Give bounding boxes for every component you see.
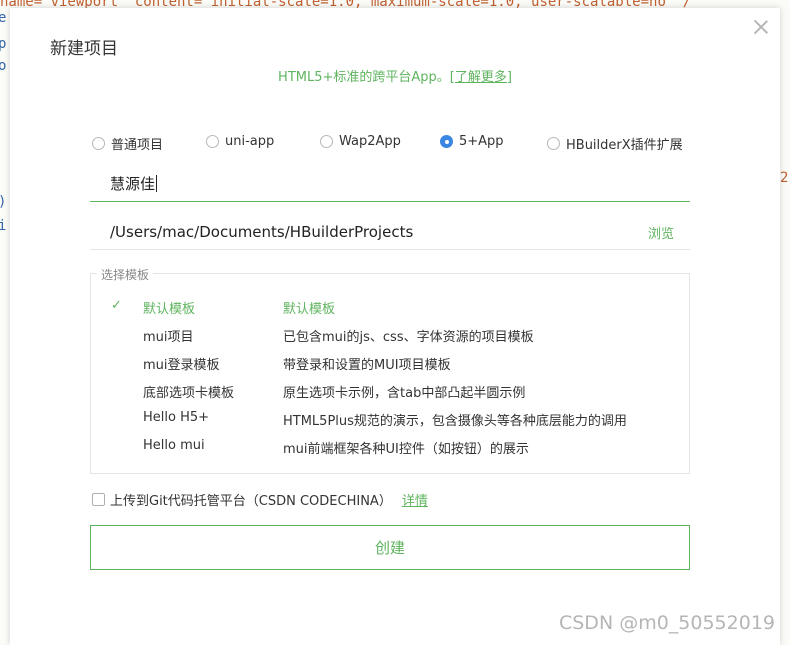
close-icon[interactable] <box>752 18 770 36</box>
project-path-value: /Users/mac/Documents/HBuilderProjects <box>110 222 414 241</box>
template-desc: 原生选项卡示例，含tab中部凸起半圆示例 <box>283 386 526 401</box>
browse-button[interactable]: 浏览 <box>648 223 674 242</box>
template-group: 选择模板 ✓ 默认模板 默认模板 mui项目 已包含mui的js、css、字体资… <box>90 266 690 474</box>
template-row[interactable]: ✓ 默认模板 默认模板 <box>91 296 689 318</box>
subtitle-text: HTML5+标准的跨平台App。 <box>278 70 450 85</box>
upload-option: 上传到Git代码托管平台（CSDN CODECHINA） 详情 <box>92 490 428 509</box>
project-type-wap2app[interactable]: Wap2App <box>320 134 401 149</box>
project-type-plugin[interactable]: HBuilderX插件扩展 <box>547 134 683 153</box>
radio-icon[interactable] <box>92 137 105 150</box>
project-type-uniapp[interactable]: uni-app <box>206 134 274 149</box>
template-desc: 默认模板 <box>283 302 336 317</box>
template-row[interactable]: mui登录模板 带登录和设置的MUI项目模板 <box>91 352 689 374</box>
template-name: Hello H5+ <box>143 410 210 425</box>
template-name: mui项目 <box>143 330 194 345</box>
radio-icon[interactable] <box>547 137 560 150</box>
template-name: 底部选项卡模板 <box>143 386 235 401</box>
template-desc: 已包含mui的js、css、字体资源的项目模板 <box>283 330 534 345</box>
radio-checked-icon[interactable] <box>440 135 453 148</box>
background-gutter: e p o ) i <box>0 0 10 645</box>
project-type-label: 普通项目 <box>111 138 164 153</box>
project-type-group: 普通项目 uni-app Wap2App 5+App HBuilderX插件扩展 <box>90 134 700 153</box>
project-type-label: uni-app <box>225 134 275 149</box>
template-name: mui登录模板 <box>143 358 220 373</box>
template-desc: mui前端框架各种UI控件（如按钮）的展示 <box>283 442 529 457</box>
template-legend: 选择模板 <box>97 266 154 283</box>
template-row[interactable]: mui项目 已包含mui的js、css、字体资源的项目模板 <box>91 324 689 346</box>
project-type-normal[interactable]: 普通项目 <box>92 134 163 153</box>
radio-icon[interactable] <box>320 135 333 148</box>
project-name-value: 慧源佳 <box>110 175 156 193</box>
template-row[interactable]: 底部选项卡模板 原生选项卡示例，含tab中部凸起半圆示例 <box>91 380 689 402</box>
radio-icon[interactable] <box>206 135 219 148</box>
project-type-label: Wap2App <box>339 134 401 149</box>
learn-more-link[interactable]: [了解更多] <box>450 70 512 85</box>
template-desc: HTML5Plus规范的演示，包含摄像头等各种底层能力的调用 <box>283 414 627 429</box>
template-name: 默认模板 <box>143 302 196 317</box>
background-right-char: 2" <box>780 170 790 186</box>
template-name: Hello mui <box>143 438 205 453</box>
check-icon: ✓ <box>111 298 122 313</box>
dialog-subtitle: HTML5+标准的跨平台App。[了解更多] <box>10 66 780 85</box>
template-desc: 带登录和设置的MUI项目模板 <box>283 358 451 373</box>
upload-details-link[interactable]: 详情 <box>402 490 428 509</box>
watermark: CSDN @m0_50552019 <box>558 612 775 634</box>
template-row[interactable]: Hello H5+ HTML5Plus规范的演示，包含摄像头等各种底层能力的调用 <box>91 408 689 430</box>
project-type-label: HBuilderX插件扩展 <box>566 138 683 153</box>
gutter-char: e <box>0 10 7 26</box>
text-caret <box>156 175 158 192</box>
gutter-char: i <box>0 218 7 234</box>
project-type-label: 5+App <box>459 134 504 149</box>
project-name-input[interactable]: 慧源佳 <box>90 166 690 202</box>
template-row[interactable]: Hello mui mui前端框架各种UI控件（如按钮）的展示 <box>91 436 689 458</box>
create-button[interactable]: 创建 <box>90 525 690 570</box>
upload-checkbox[interactable] <box>92 493 105 506</box>
upload-label: 上传到Git代码托管平台（CSDN CODECHINA） <box>110 494 392 509</box>
gutter-char: o <box>0 58 7 74</box>
project-path-input[interactable]: /Users/mac/Documents/HBuilderProjects 浏览 <box>90 214 690 250</box>
dialog-title: 新建项目 <box>50 39 118 59</box>
gutter-char: ) <box>0 194 6 210</box>
new-project-dialog: 新建项目 HTML5+标准的跨平台App。[了解更多] 普通项目 uni-app… <box>10 8 780 645</box>
gutter-char: p <box>0 36 7 52</box>
project-type-5plusapp[interactable]: 5+App <box>440 134 504 149</box>
